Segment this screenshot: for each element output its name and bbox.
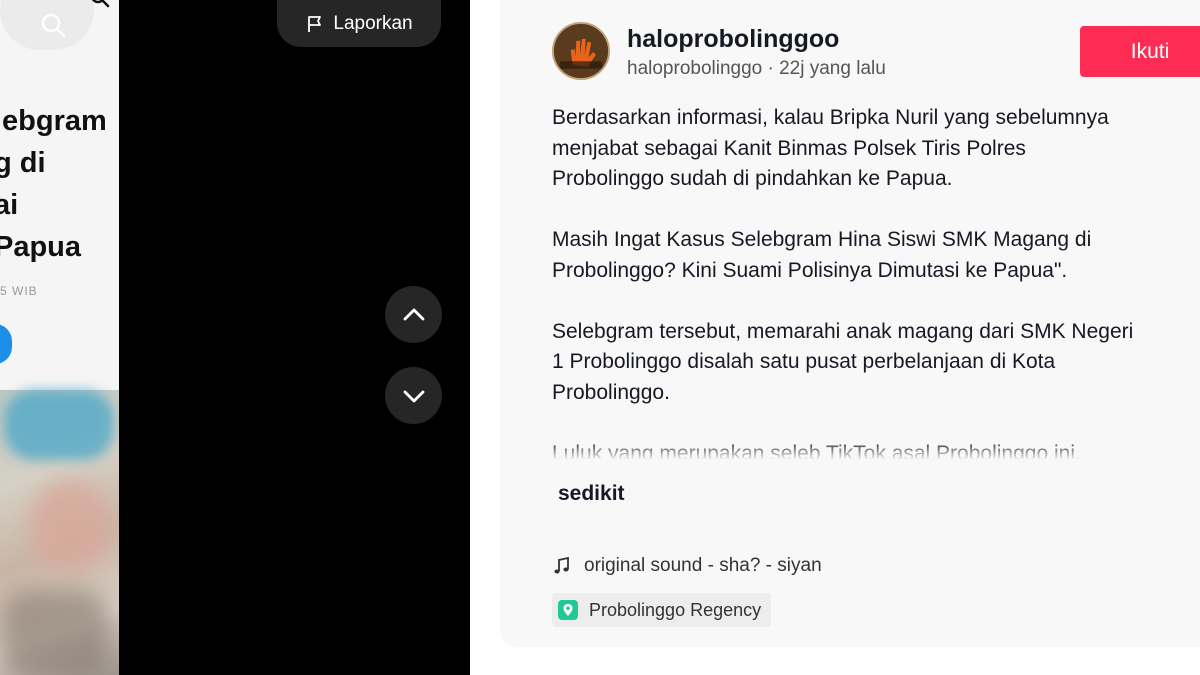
location-pin-icon (558, 600, 578, 620)
headline-line: lebgram (0, 105, 107, 137)
post-caption: Berdasarkan informasi, kalau Bripka Nuri… (552, 103, 1200, 459)
flag-icon (308, 15, 322, 32)
report-label: Laporkan (333, 12, 413, 34)
search-icon (91, 0, 110, 8)
video-frame: lebgram g di ai Papua 5 WIB (0, 0, 119, 675)
hand-logo-icon (554, 24, 608, 78)
video-player[interactable]: lebgram g di ai Papua 5 WIB Laporkan (0, 0, 470, 675)
chevron-down-icon (403, 390, 424, 402)
caption-paragraph: Masih Ingat Kasus Selebgram Hina Siswi S… (552, 225, 1200, 286)
caption-line: 1 Probolinggo disalah satu pusat perbela… (552, 350, 1056, 373)
post-details-panel: haloprobolinggoo haloprobolinggo · 22j y… (470, 0, 1200, 675)
music-note-icon (554, 556, 569, 574)
next-video-button[interactable] (385, 367, 442, 424)
location-tag[interactable]: Probolinggo Regency (552, 593, 772, 627)
headline-line: ai (0, 189, 19, 221)
music-link[interactable]: original sound - sha? - siyan (552, 555, 822, 577)
post-description-card: haloprobolinggoo haloprobolinggo · 22j y… (500, 0, 1200, 647)
caption-line: Probolinggo? Kini Suami Polisinya Dimuta… (552, 258, 1068, 282)
caption-paragraph: Selebgram tersebut, memarahi anak magang… (552, 317, 1200, 409)
caption-line: Probolinggo. (552, 380, 670, 404)
caption-line: Masih Ingat Kasus Selebgram Hina Siswi S… (552, 228, 1092, 251)
caption-line: Berdasarkan informasi, kalau Bripka Nuri… (552, 106, 1109, 129)
chevron-up-icon (403, 308, 424, 320)
location-label: Probolinggo Regency (589, 599, 762, 620)
search-icon (41, 13, 66, 38)
post-meta: haloprobolinggo · 22j yang lalu (627, 58, 886, 79)
previous-video-button[interactable] (385, 286, 442, 343)
see-more-link[interactable]: sedikit (558, 482, 625, 506)
report-button[interactable]: Laporkan (277, 0, 441, 47)
caption-paragraph: Berdasarkan informasi, kalau Bripka Nuri… (552, 103, 1200, 195)
avatar[interactable] (552, 22, 610, 80)
phone-article-time: 5 WIB (0, 284, 38, 298)
phone-blue-button (0, 324, 12, 364)
blurred-photo (0, 390, 119, 675)
music-label: original sound - sha? - siyan (584, 555, 822, 576)
caption-line: menjabat sebagai Kanit Binmas Polsek Tir… (552, 136, 1026, 160)
headline-line: g di (0, 147, 46, 179)
follow-button[interactable]: Ikuti (1080, 26, 1200, 77)
phone-article-headline: lebgram g di ai Papua (0, 100, 119, 268)
caption-line: Selebgram tersebut, memarahi anak magang… (552, 319, 1134, 343)
phone-search-button (0, 0, 94, 50)
caption-fade (552, 440, 1200, 460)
headline-line: Papua (0, 231, 82, 263)
caption-line: Probolinggo sudah di pindahkan ke Papua. (552, 167, 953, 190)
username[interactable]: haloprobolinggoo (627, 25, 839, 54)
